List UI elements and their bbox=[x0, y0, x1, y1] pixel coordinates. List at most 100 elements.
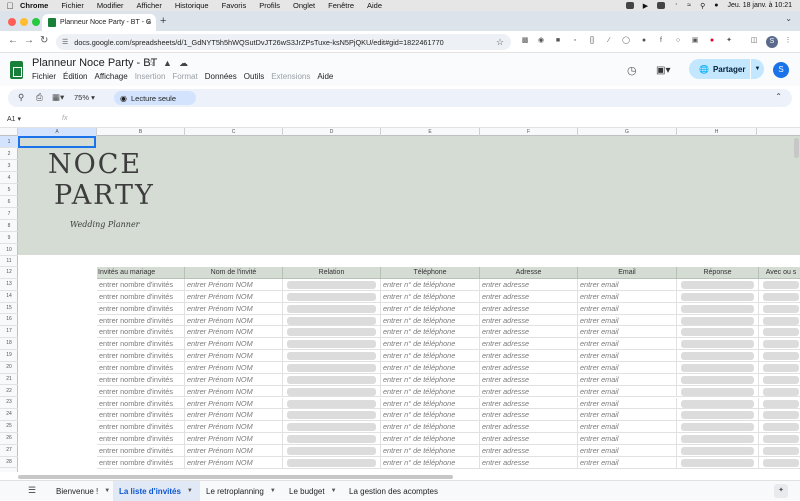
cell-dropdown[interactable] bbox=[759, 350, 800, 362]
dropdown-chip[interactable] bbox=[681, 363, 754, 372]
cell-email[interactable]: entrer email bbox=[578, 279, 677, 291]
cloud-status-icon[interactable]: ☁ bbox=[179, 58, 188, 69]
dropdown-chip[interactable] bbox=[287, 435, 376, 444]
account-avatar[interactable]: S bbox=[773, 62, 789, 78]
all-sheets-menu-icon[interactable]: ☰ bbox=[28, 485, 36, 496]
menu-historique[interactable]: Historique bbox=[175, 1, 209, 10]
cell-email[interactable]: entrer email bbox=[578, 361, 677, 374]
close-tab-icon[interactable]: × bbox=[146, 18, 151, 27]
cell-dropdown[interactable] bbox=[677, 444, 759, 457]
header-avec[interactable]: Avec ou s bbox=[759, 267, 800, 279]
sheet-tab[interactable]: Le budget ▼ bbox=[283, 481, 343, 501]
sheet-tab-active[interactable]: La liste d'invités ▼ bbox=[113, 481, 200, 501]
video-icon[interactable]: ■ bbox=[553, 36, 563, 46]
dropdown-chip[interactable] bbox=[763, 446, 799, 455]
menu-insert[interactable]: Insertion bbox=[135, 72, 166, 81]
row-header[interactable]: 17 bbox=[0, 326, 18, 339]
control-center-icon[interactable]: ● bbox=[714, 2, 718, 9]
dropdown-chip[interactable] bbox=[763, 363, 799, 372]
cell-adresse[interactable]: entrer adresse bbox=[480, 421, 578, 434]
cell-nom[interactable]: entrer Prénom NOM bbox=[185, 361, 283, 374]
row-header[interactable]: 27 bbox=[0, 445, 18, 457]
extension-icon[interactable]: ● bbox=[639, 36, 649, 46]
cell-nom[interactable]: entrer Prénom NOM bbox=[185, 279, 283, 291]
dropdown-chip[interactable] bbox=[287, 375, 376, 384]
cell-dropdown[interactable] bbox=[677, 290, 759, 303]
dropdown-chip[interactable] bbox=[763, 316, 799, 325]
cell-nom[interactable]: entrer Prénom NOM bbox=[185, 373, 283, 386]
column-header-a[interactable]: A bbox=[18, 128, 97, 136]
share-dropdown-icon[interactable]: ▼ bbox=[751, 59, 764, 79]
column-header-f[interactable]: F bbox=[480, 128, 578, 136]
cell-nom[interactable]: entrer Prénom NOM bbox=[185, 385, 283, 398]
row-header[interactable]: 22 bbox=[0, 386, 18, 398]
sheet-tab[interactable]: Bienvenue ! ▼ bbox=[50, 481, 112, 501]
dropdown-chip[interactable] bbox=[287, 281, 376, 289]
menu-modifier[interactable]: Modifier bbox=[97, 1, 124, 10]
row-header[interactable]: 19 bbox=[0, 350, 18, 362]
cell-adresse[interactable]: entrer adresse bbox=[480, 279, 578, 291]
dropdown-chip[interactable] bbox=[681, 411, 754, 420]
dropdown-chip[interactable] bbox=[681, 399, 754, 408]
row-header[interactable]: 20 bbox=[0, 362, 18, 374]
dropdown-chip[interactable] bbox=[681, 352, 754, 361]
sheets-logo-icon[interactable] bbox=[10, 61, 23, 79]
cell-dropdown[interactable] bbox=[677, 361, 759, 374]
close-window-icon[interactable] bbox=[8, 18, 16, 26]
cell-email[interactable]: entrer email bbox=[578, 314, 677, 327]
row-header[interactable]: 6 bbox=[0, 196, 18, 208]
dropdown-chip[interactable] bbox=[681, 340, 754, 349]
cell-telephone[interactable]: entrer n° de téléphone bbox=[381, 338, 480, 351]
dropdown-chip[interactable] bbox=[287, 363, 376, 372]
cell-dropdown[interactable] bbox=[759, 338, 800, 351]
cell-dropdown[interactable] bbox=[283, 444, 381, 457]
puzzle-icon[interactable]: ✦ bbox=[724, 36, 734, 46]
header-telephone[interactable]: Téléphone bbox=[381, 267, 480, 279]
row-header[interactable]: 15 bbox=[0, 303, 18, 315]
cell-invites[interactable]: entrer nombre d'invités bbox=[97, 314, 185, 327]
cell-nom[interactable]: entrer Prénom NOM bbox=[185, 444, 283, 457]
pinterest-icon[interactable]: ● bbox=[707, 36, 717, 46]
dropdown-chip[interactable] bbox=[287, 458, 376, 467]
column-header-e[interactable]: E bbox=[381, 128, 480, 136]
document-title[interactable]: Planneur Noce Party - BT bbox=[32, 57, 157, 69]
cell-dropdown[interactable] bbox=[283, 338, 381, 351]
horizontal-scrollbar[interactable] bbox=[18, 475, 778, 479]
row-header[interactable]: 24 bbox=[0, 409, 18, 422]
status-icon[interactable] bbox=[625, 2, 634, 9]
menu-data[interactable]: Données bbox=[205, 72, 237, 81]
cell-adresse[interactable]: entrer adresse bbox=[480, 290, 578, 303]
dropdown-chip[interactable] bbox=[287, 423, 376, 432]
cell-email[interactable]: entrer email bbox=[578, 373, 677, 386]
cell-invites[interactable]: entrer nombre d'invités bbox=[97, 409, 185, 422]
menu-fenetre[interactable]: Fenêtre bbox=[328, 1, 354, 10]
cell-nom[interactable]: entrer Prénom NOM bbox=[185, 397, 283, 410]
cell-email[interactable]: entrer email bbox=[578, 421, 677, 434]
collapse-menus-icon[interactable]: ⌃ bbox=[775, 92, 782, 101]
cell-dropdown[interactable] bbox=[283, 433, 381, 445]
horizontal-scrollbar-thumb[interactable] bbox=[18, 475, 453, 479]
menu-kebab-icon[interactable]: ⋮ bbox=[783, 36, 793, 46]
tab-search-icon[interactable]: ⌄ bbox=[785, 14, 792, 23]
row-header[interactable]: 28 bbox=[0, 457, 18, 469]
cell-dropdown[interactable] bbox=[677, 421, 759, 434]
dropdown-chip[interactable] bbox=[763, 411, 799, 420]
dropdown-chip[interactable] bbox=[681, 387, 754, 396]
paint-format-icon[interactable]: ▦▾ bbox=[52, 92, 64, 103]
cell-dropdown[interactable] bbox=[677, 326, 759, 339]
cell-telephone[interactable]: entrer n° de téléphone bbox=[381, 444, 480, 457]
search-menus-icon[interactable]: ⚲ bbox=[18, 92, 24, 103]
cell-dropdown[interactable] bbox=[677, 350, 759, 362]
dropdown-chip[interactable] bbox=[287, 399, 376, 408]
cell-dropdown[interactable] bbox=[759, 445, 800, 457]
cell-telephone[interactable]: entrer n° de téléphone bbox=[381, 279, 480, 291]
select-all-corner[interactable] bbox=[0, 128, 18, 136]
cell-adresse[interactable]: entrer adresse bbox=[480, 409, 578, 422]
cell-dropdown[interactable] bbox=[759, 362, 800, 374]
cell-dropdown[interactable] bbox=[283, 421, 381, 434]
apple-icon[interactable]:  bbox=[0, 1, 20, 11]
cell-email[interactable]: entrer email bbox=[578, 326, 677, 339]
cell-invites[interactable]: entrer nombre d'invités bbox=[97, 456, 185, 469]
column-header-h[interactable]: H bbox=[677, 128, 757, 136]
dropdown-chip[interactable] bbox=[681, 435, 754, 444]
